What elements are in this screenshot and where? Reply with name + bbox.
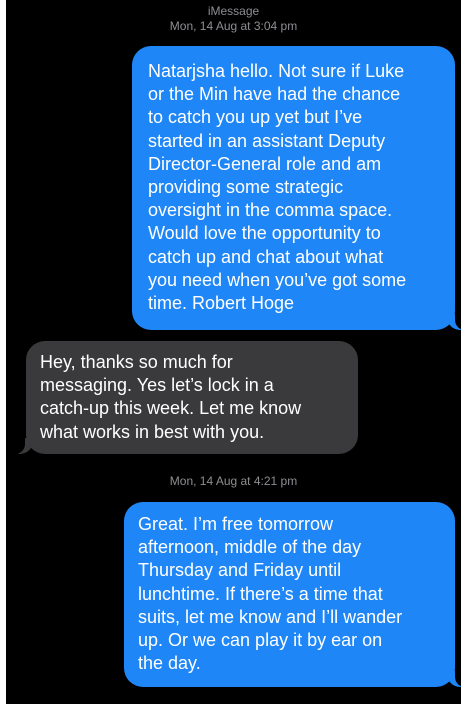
message-text-line: up. Or we can play it by ear on (138, 630, 383, 651)
message-text-line: the day. (138, 653, 201, 674)
message-text-line: to catch you up yet but I’ve (148, 107, 363, 128)
message-text-line: catch-up this week. Let me know (40, 398, 302, 419)
message-text-line: oversight in the comma space. (148, 200, 393, 221)
message-text-line: Hey, thanks so much for (40, 352, 233, 372)
message-text-line: time. Robert Hoge (148, 293, 295, 314)
message-text-line: Thursday and Friday until (138, 560, 342, 581)
message-text-line: messaging. Yes let’s lock in a (40, 375, 274, 396)
message-text-line: afternoon, middle of the day (138, 537, 362, 558)
conversation-timestamp: Mon, 14 Aug at 3:04 pm (169, 19, 298, 33)
message-text-line: Director-General role and am (148, 153, 382, 174)
message-text-line: suits, let me know and I’ll wander (138, 606, 403, 627)
message-text-line: you need when you’ve got some (148, 269, 407, 290)
message-bubble-sent[interactable]: Great. I’m free tomorrow afternoon, midd… (124, 502, 455, 687)
conversation-timestamp: Mon, 14 Aug at 4:21 pm (169, 474, 298, 488)
bubble-tail (446, 312, 461, 330)
message-text-line: what works in best with you. (40, 421, 265, 442)
message-text-line: started in an assistant Deputy (148, 130, 386, 151)
message-text-line: providing some strategic (148, 177, 344, 198)
message-text-line: Natarjsha hello. Not sure if Luke (148, 61, 405, 81)
message-text-line: or the Min have had the chance (148, 84, 401, 105)
message-text-line: Would love the opportunity to (148, 223, 381, 244)
message-text-line: lunchtime. If there’s a time that (138, 583, 383, 604)
bubble-tail (9, 436, 34, 454)
message-text-line: catch up and chat about what (148, 246, 384, 267)
conversation-view[interactable]: iMessage Mon, 14 Aug at 3:04 pm Natarjsh… (6, 0, 461, 704)
bubble-tail (446, 669, 461, 687)
message-bubble-received[interactable]: Hey, thanks so much for messaging. Yes l… (26, 341, 358, 454)
service-label: iMessage (207, 4, 260, 18)
message-text-line: Great. I’m free tomorrow (138, 514, 334, 534)
message-bubble-sent[interactable]: Natarjsha hello. Not sure if Luke or the… (132, 46, 455, 330)
